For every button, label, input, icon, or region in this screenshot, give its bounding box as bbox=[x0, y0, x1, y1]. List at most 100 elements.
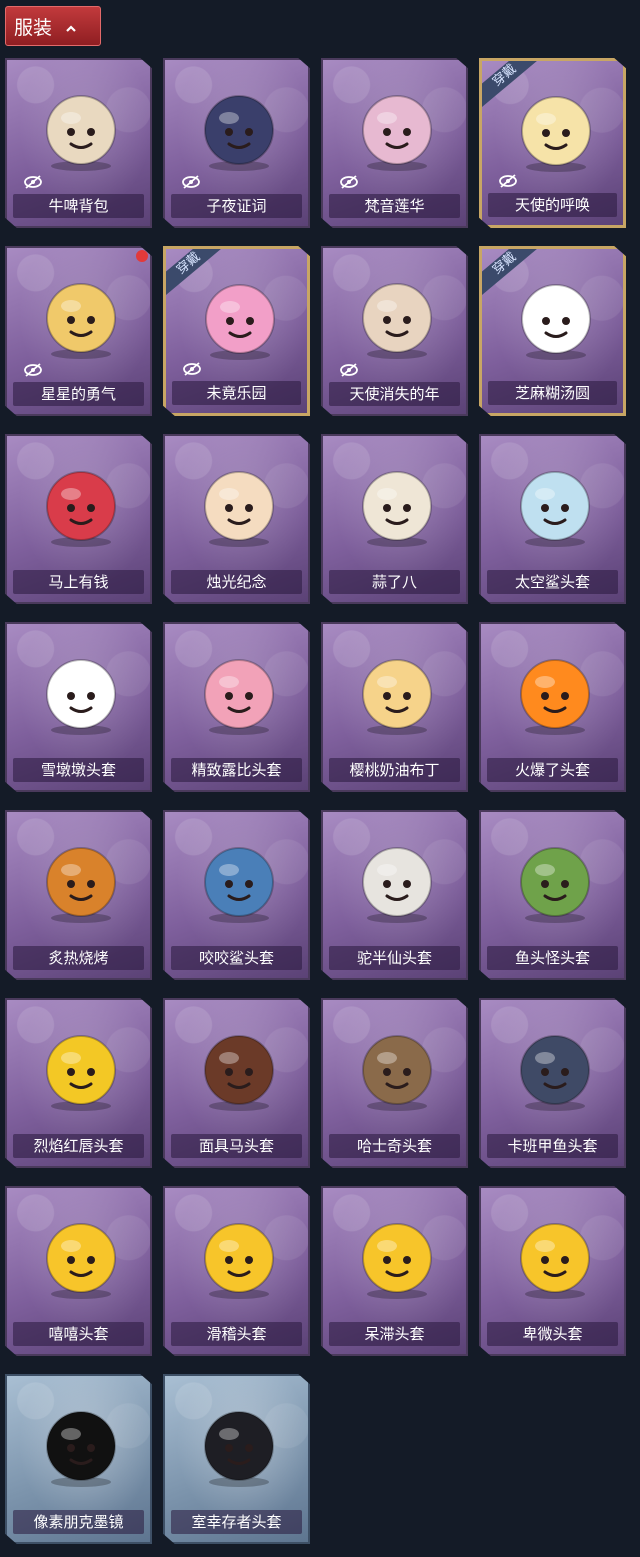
new-indicator-dot bbox=[136, 250, 148, 262]
dazed-emoji-icon bbox=[345, 1206, 448, 1306]
cow-backpack-icon bbox=[29, 78, 132, 178]
costume-name: 星星的勇气 bbox=[13, 382, 144, 406]
humble-emoji-icon bbox=[503, 1206, 606, 1306]
costume-card[interactable]: 驼半仙头套 bbox=[321, 810, 468, 980]
candle-head-icon bbox=[187, 454, 290, 554]
biting-shark-icon bbox=[187, 830, 290, 930]
costume-name: 哈士奇头套 bbox=[329, 1134, 460, 1158]
costume-card[interactable]: 牛啤背包 bbox=[5, 58, 152, 228]
fish-monster-icon bbox=[503, 830, 606, 930]
costume-card[interactable]: 鱼头怪头套 bbox=[479, 810, 626, 980]
costume-card[interactable]: 芝麻糊汤圆 穿戴 bbox=[479, 246, 626, 416]
bbq-head-icon bbox=[29, 830, 132, 930]
yellow-mouse-icon bbox=[29, 1018, 132, 1118]
eye-slash-icon[interactable] bbox=[498, 173, 518, 189]
bear-sunglasses-icon bbox=[345, 830, 448, 930]
star-pendant-icon bbox=[29, 266, 132, 366]
costume-name: 未竟乐园 bbox=[172, 381, 301, 405]
costume-name: 火爆了头套 bbox=[487, 758, 618, 782]
costume-name: 烛光纪念 bbox=[171, 570, 302, 594]
funny-emoji-icon bbox=[187, 1206, 290, 1306]
loopy-head-icon bbox=[187, 642, 290, 742]
pudding-head-icon bbox=[345, 642, 448, 742]
eye-slash-icon[interactable] bbox=[339, 174, 359, 190]
costume-name: 雪墩墩头套 bbox=[13, 758, 144, 782]
costume-name: 梵音莲华 bbox=[329, 194, 460, 218]
eye-slash-icon[interactable] bbox=[23, 174, 43, 190]
costume-card[interactable]: 天使的呼唤 穿戴 bbox=[479, 58, 626, 228]
eye-slash-icon[interactable] bbox=[181, 174, 201, 190]
angel-doll-icon bbox=[504, 79, 607, 179]
eye-slash-icon[interactable] bbox=[23, 362, 43, 378]
paradise-doll-icon bbox=[188, 267, 291, 367]
husky-head-icon bbox=[345, 1018, 448, 1118]
costume-card[interactable]: 滑稽头套 bbox=[163, 1186, 310, 1356]
costume-name: 像素朋克墨镜 bbox=[13, 1510, 144, 1534]
costume-card[interactable]: 烛光纪念 bbox=[163, 434, 310, 604]
fire-head-icon bbox=[503, 642, 606, 742]
costume-name: 滑稽头套 bbox=[171, 1322, 302, 1346]
costume-card[interactable]: 马上有钱 bbox=[5, 434, 152, 604]
lotus-doll-icon bbox=[345, 78, 448, 178]
costume-card[interactable]: 像素朋克墨镜 bbox=[5, 1374, 152, 1544]
costume-name: 太空鲨头套 bbox=[487, 570, 618, 594]
costume-name: 马上有钱 bbox=[13, 570, 144, 594]
costume-name: 天使的呼唤 bbox=[488, 193, 617, 217]
costume-name: 呆滞头套 bbox=[329, 1322, 460, 1346]
chevron-up-icon bbox=[66, 25, 76, 32]
costume-name: 子夜证词 bbox=[171, 194, 302, 218]
costume-name: 天使消失的年 bbox=[329, 382, 460, 406]
costume-name: 咬咬鲨头套 bbox=[171, 946, 302, 970]
costume-card[interactable]: 梵音莲华 bbox=[321, 58, 468, 228]
costume-name: 驼半仙头套 bbox=[329, 946, 460, 970]
space-shark-icon bbox=[503, 454, 606, 554]
grin-emoji-icon bbox=[29, 1206, 132, 1306]
costume-card[interactable]: 太空鲨头套 bbox=[479, 434, 626, 604]
costume-name: 牛啤背包 bbox=[13, 194, 144, 218]
costume-card[interactable]: 咬咬鲨头套 bbox=[163, 810, 310, 980]
costume-name: 精致露比头套 bbox=[171, 758, 302, 782]
pixel-sunglasses-icon bbox=[29, 1394, 132, 1494]
costume-name: 蒜了八 bbox=[329, 570, 460, 594]
costume-card[interactable]: 卑微头套 bbox=[479, 1186, 626, 1356]
costume-name: 芝麻糊汤圆 bbox=[488, 381, 617, 405]
costume-card[interactable]: 炙热烧烤 bbox=[5, 810, 152, 980]
costume-name: 鱼头怪头套 bbox=[487, 946, 618, 970]
horse-mask-icon bbox=[187, 1018, 290, 1118]
costume-card[interactable]: 嘻嘻头套 bbox=[5, 1186, 152, 1356]
costume-name: 烈焰红唇头套 bbox=[13, 1134, 144, 1158]
midnight-doll-icon bbox=[187, 78, 290, 178]
costume-card[interactable]: 室幸存者头套 bbox=[163, 1374, 310, 1544]
costume-card[interactable]: 哈士奇头套 bbox=[321, 998, 468, 1168]
category-title: 服装 bbox=[14, 16, 53, 39]
costume-card[interactable]: 火爆了头套 bbox=[479, 622, 626, 792]
costume-card[interactable]: 星星的勇气 bbox=[5, 246, 152, 416]
costume-category-toggle[interactable]: 服装 bbox=[5, 6, 101, 46]
gas-mask-icon bbox=[187, 1394, 290, 1494]
costume-card[interactable]: 呆滞头套 bbox=[321, 1186, 468, 1356]
costume-card[interactable]: 雪墩墩头套 bbox=[5, 622, 152, 792]
costume-name: 卑微头套 bbox=[487, 1322, 618, 1346]
whale-head-icon bbox=[503, 1018, 606, 1118]
snowman-head-icon bbox=[29, 642, 132, 742]
fading-angel-icon bbox=[345, 266, 448, 366]
costume-name: 室幸存者头套 bbox=[171, 1510, 302, 1534]
costume-card[interactable]: 子夜证词 bbox=[163, 58, 310, 228]
eye-slash-icon[interactable] bbox=[339, 362, 359, 378]
costume-name: 卡班甲鱼头套 bbox=[487, 1134, 618, 1158]
costume-card[interactable]: 精致露比头套 bbox=[163, 622, 310, 792]
costume-card[interactable]: 樱桃奶油布丁 bbox=[321, 622, 468, 792]
costume-card[interactable]: 天使消失的年 bbox=[321, 246, 468, 416]
costume-card[interactable]: 卡班甲鱼头套 bbox=[479, 998, 626, 1168]
eye-slash-icon[interactable] bbox=[182, 361, 202, 377]
costume-name: 樱桃奶油布丁 bbox=[329, 758, 460, 782]
costume-name: 面具马头套 bbox=[171, 1134, 302, 1158]
horse-head-icon bbox=[29, 454, 132, 554]
costume-card[interactable]: 未竟乐园 穿戴 bbox=[163, 246, 310, 416]
tangyuan-icon bbox=[504, 267, 607, 367]
costume-name: 炙热烧烤 bbox=[13, 946, 144, 970]
garlic-head-icon bbox=[345, 454, 448, 554]
costume-card[interactable]: 蒜了八 bbox=[321, 434, 468, 604]
costume-card[interactable]: 烈焰红唇头套 bbox=[5, 998, 152, 1168]
costume-card[interactable]: 面具马头套 bbox=[163, 998, 310, 1168]
